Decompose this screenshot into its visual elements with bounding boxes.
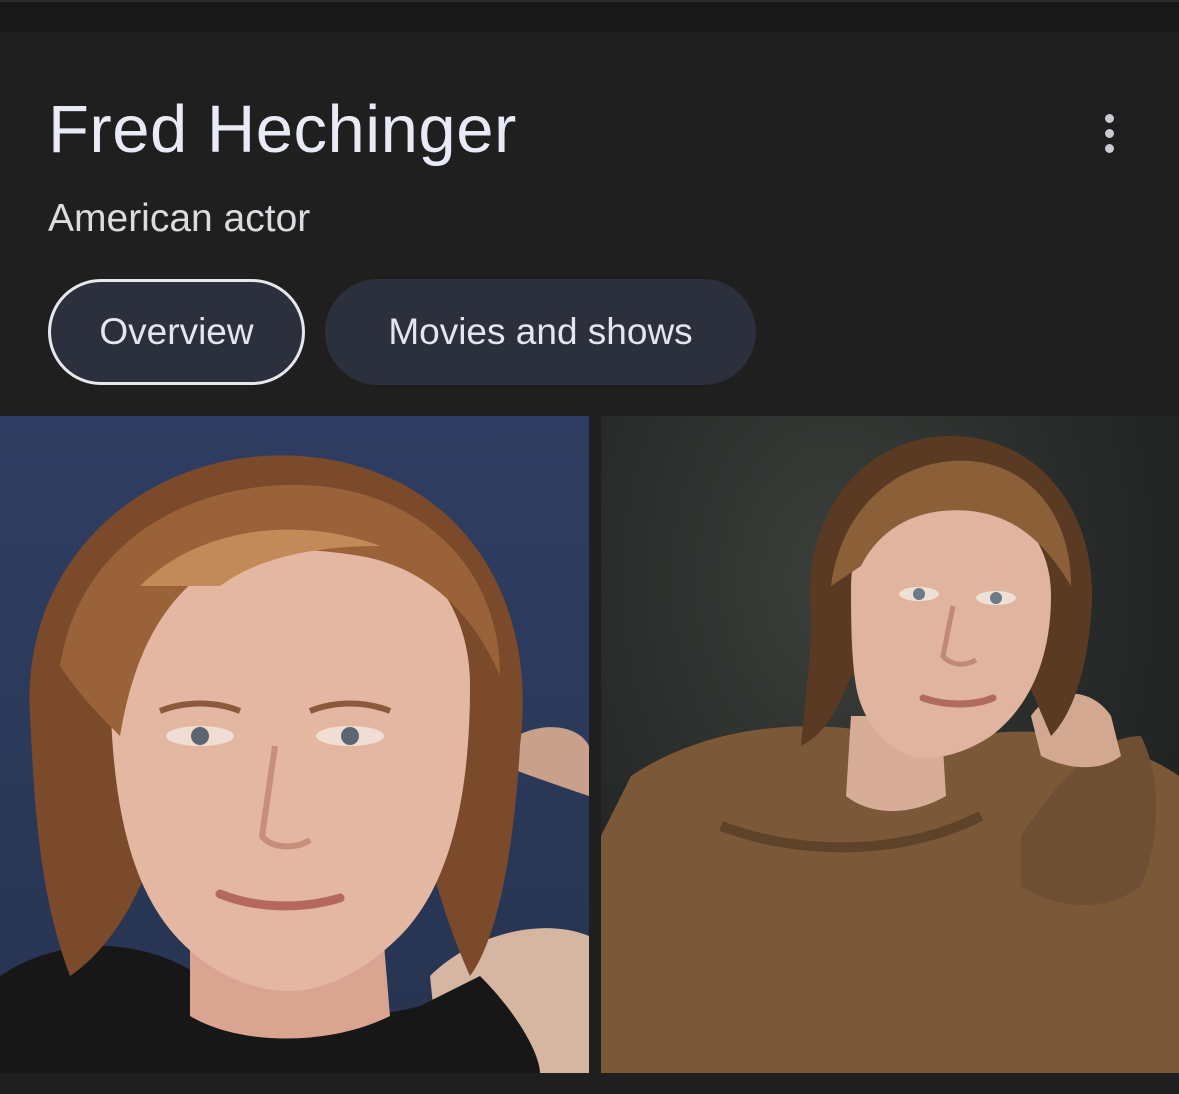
more-vert-icon-dot — [1104, 128, 1114, 138]
image-strip — [0, 416, 1179, 1073]
portrait-image-2[interactable] — [601, 416, 1179, 1073]
portrait-illustration-2 — [601, 436, 1179, 1073]
tab-movies-and-shows[interactable]: Movies and shows — [325, 279, 756, 385]
bottom-divider — [0, 1073, 1179, 1094]
entity-subtitle: American actor — [48, 197, 311, 240]
portrait-image-1[interactable] — [0, 416, 589, 1073]
more-vert-icon — [1104, 113, 1114, 123]
more-options-button[interactable] — [1086, 110, 1132, 156]
more-vert-icon-dot — [1104, 143, 1114, 153]
portrait-illustration-1 — [0, 455, 589, 1073]
knowledge-panel-header: Fred Hechinger American actor Overview M… — [0, 32, 1179, 416]
entity-title: Fred Hechinger — [48, 92, 517, 167]
top-divider — [0, 0, 1179, 32]
tab-overview[interactable]: Overview — [48, 279, 305, 385]
